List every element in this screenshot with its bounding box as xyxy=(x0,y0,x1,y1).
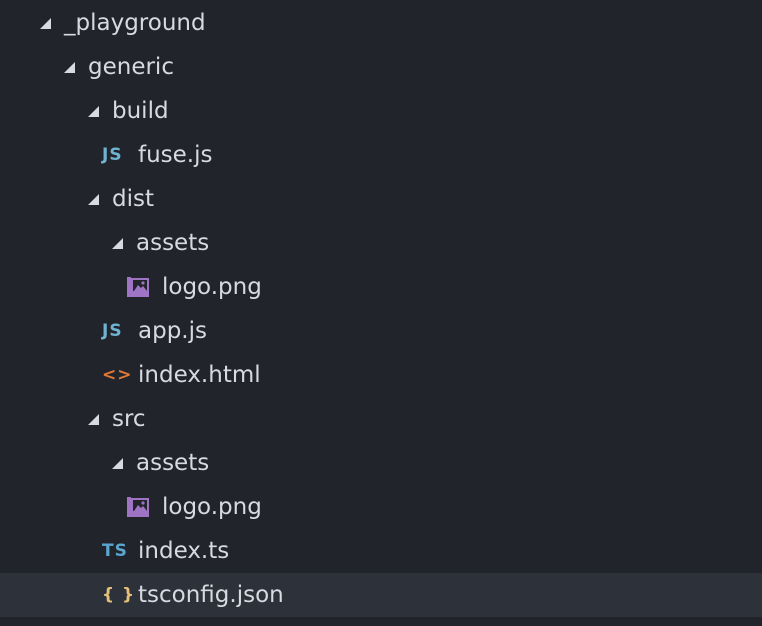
tree-file-app-js[interactable]: JS app.js xyxy=(0,309,762,353)
image-file-icon xyxy=(126,265,162,309)
tree-item-label: logo.png xyxy=(162,274,262,300)
expanded-arrow-icon[interactable] xyxy=(112,441,136,485)
tree-folder-src-assets[interactable]: assets xyxy=(0,441,762,485)
tree-file-tsconfig-json[interactable]: { } tsconfig.json xyxy=(0,573,762,617)
tree-folder-dist-assets[interactable]: assets xyxy=(0,221,762,265)
tree-file-index-html[interactable]: <> index.html xyxy=(0,353,762,397)
tree-item-label: assets xyxy=(136,230,210,256)
tree-file-fuse-js[interactable]: JS fuse.js xyxy=(0,133,762,177)
json-file-icon: { } xyxy=(102,585,136,605)
tree-item-label: build xyxy=(112,98,169,124)
tree-item-label: src xyxy=(112,406,146,432)
image-file-icon xyxy=(126,485,162,529)
js-file-icon: JS xyxy=(102,145,123,165)
tree-folder-src[interactable]: src xyxy=(0,397,762,441)
tree-item-label: tsconfig.json xyxy=(138,582,284,608)
tree-folder-playground[interactable]: _playground xyxy=(0,1,762,45)
tree-folder-dist[interactable]: dist xyxy=(0,177,762,221)
tree-item-label: logo.png xyxy=(162,494,262,520)
tree-item-label: fuse.js xyxy=(138,142,213,168)
expanded-arrow-icon[interactable] xyxy=(88,397,112,441)
tree-item-label: assets xyxy=(136,450,210,476)
js-file-icon: JS xyxy=(102,321,123,341)
expanded-arrow-icon[interactable] xyxy=(112,221,136,265)
ts-file-icon: TS xyxy=(102,541,128,561)
expanded-arrow-icon[interactable] xyxy=(40,1,64,45)
tree-item-label: dist xyxy=(112,186,154,212)
expanded-arrow-icon[interactable] xyxy=(88,89,112,133)
tree-file-src-logo-png[interactable]: logo.png xyxy=(0,485,762,529)
tree-file-dist-logo-png[interactable]: logo.png xyxy=(0,265,762,309)
tree-item-label: index.html xyxy=(138,362,261,388)
html-file-icon: <> xyxy=(102,365,133,385)
tree-file-index-ts[interactable]: TS index.ts xyxy=(0,529,762,573)
tree-item-label: generic xyxy=(88,54,174,80)
tree-item-label: index.ts xyxy=(138,538,230,564)
tree-folder-build[interactable]: build xyxy=(0,89,762,133)
tree-folder-generic[interactable]: generic xyxy=(0,45,762,89)
expanded-arrow-icon[interactable] xyxy=(64,45,88,89)
tree-item-label: _playground xyxy=(64,10,206,36)
tree-item-label: app.js xyxy=(138,318,207,344)
expanded-arrow-icon[interactable] xyxy=(88,177,112,221)
file-tree: _playground generic build JS fuse.js dis… xyxy=(0,0,762,626)
